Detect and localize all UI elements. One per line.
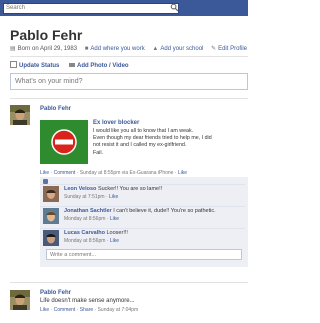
comment-body: Sucker!! You are so lame!! xyxy=(97,186,163,192)
header-divider xyxy=(10,56,248,57)
status-input[interactable]: What's on your mind? xyxy=(10,73,248,90)
comment-link[interactable]: Comment xyxy=(54,307,76,313)
top-bar: Search xyxy=(0,0,248,16)
avatar[interactable] xyxy=(43,230,59,246)
comment: Jonathan Sachtler I can't believe it, du… xyxy=(43,207,248,228)
status-icon xyxy=(10,61,17,68)
add-work-link[interactable]: Add where you work xyxy=(90,46,144,52)
comment-time: Monday at 8:56pm xyxy=(64,238,106,244)
post-meta: Like · Comment · Sunday at 8:55pm via Ex… xyxy=(40,170,188,176)
comment-like-link[interactable]: Like xyxy=(109,194,118,200)
comment-like-link[interactable]: Like xyxy=(110,238,119,244)
comment-time: Sunday at 7:51pm xyxy=(64,194,105,200)
post-time: Sunday at 7:04pm xyxy=(97,307,139,313)
comment-meta: Sunday at 7:51pm · Like xyxy=(64,194,119,200)
share-link[interactable]: Share xyxy=(80,307,93,313)
add-photo-label: Add Photo / Video xyxy=(77,63,129,69)
note-title[interactable]: Ex lover blocker xyxy=(93,120,139,126)
avatar[interactable] xyxy=(10,105,30,125)
comment-author[interactable]: Lucas Carvalho xyxy=(64,230,105,236)
search-placeholder: Search xyxy=(6,5,26,11)
comment-body: I can't believe it, dude!! You're so pat… xyxy=(113,208,216,214)
no-entry-icon[interactable] xyxy=(40,120,88,164)
like-link[interactable]: Like xyxy=(40,307,49,313)
comments-box: Leon Veloso Sucker!! You are so lame!! S… xyxy=(40,177,248,267)
comment-like-link[interactable]: Like xyxy=(110,216,119,222)
avatar[interactable] xyxy=(43,208,59,224)
profile-name: Pablo Fehr xyxy=(10,27,83,43)
comment: Lucas Carvalho Looser!!! Monday at 8:56p… xyxy=(43,229,248,250)
composer-tabs: Update Status Add Photo / Video xyxy=(10,61,137,69)
post-text: Life doesn't make sense anymore... xyxy=(40,298,135,304)
like-link-secondary[interactable]: Like xyxy=(178,170,187,176)
camera-icon xyxy=(69,63,76,67)
note-line: I would like you all to know that I am w… xyxy=(93,128,194,134)
born-text: Born on April 29, 1983 xyxy=(17,46,78,52)
comment-placeholder: Write a comment... xyxy=(50,252,97,258)
profile-info-row: ▤ Born on April 29, 1983 ■ Add where you w… xyxy=(10,45,253,52)
composer-divider xyxy=(10,98,248,99)
pencil-icon: ✎ xyxy=(211,46,217,52)
comment-link[interactable]: Comment xyxy=(54,170,76,176)
comment: Leon Veloso Sucker!! You are so lame!! S… xyxy=(43,185,248,206)
update-status-label: Update Status xyxy=(19,63,60,69)
post-author[interactable]: Pablo Fehr xyxy=(40,290,71,296)
avatar[interactable] xyxy=(10,290,30,310)
avatar[interactable] xyxy=(43,186,59,202)
search-icon[interactable] xyxy=(170,3,179,12)
birthday-icon: ▤ xyxy=(10,46,16,52)
graduation-cap-icon: ▲ xyxy=(152,46,159,52)
post-divider xyxy=(10,282,248,283)
tab-update-status[interactable]: Update Status xyxy=(10,61,59,69)
comment-body: Looser!!! xyxy=(106,230,128,236)
note-line: not resist it and I called my ex-girlfri… xyxy=(93,142,187,149)
search-input[interactable]: Search xyxy=(3,3,179,14)
comment-input[interactable]: Write a comment... xyxy=(46,249,242,260)
comment-author[interactable]: Jonathan Sachtler xyxy=(64,208,112,214)
comment-text: Lucas Carvalho Looser!!! xyxy=(64,230,128,236)
comment-author[interactable]: Leon Veloso xyxy=(64,186,96,192)
post-author[interactable]: Pablo Fehr xyxy=(40,106,71,112)
like-link[interactable]: Like xyxy=(40,170,49,176)
note-line: Even though my dear friends tried to hel… xyxy=(93,135,212,142)
post-time: Sunday at 8:55pm via Ex-Guarana iPhone xyxy=(79,170,174,176)
comment-meta: Monday at 8:56pm · Like xyxy=(64,238,120,244)
comment-time: Monday at 8:56pm xyxy=(64,216,106,222)
comment-text: Jonathan Sachtler I can't believe it, du… xyxy=(64,208,216,214)
briefcase-icon: ■ xyxy=(84,46,89,52)
add-school-link[interactable]: Add your school xyxy=(160,46,203,52)
tab-add-photo[interactable]: Add Photo / Video xyxy=(69,63,129,69)
note-body: I would like you all to know that I am w… xyxy=(93,128,245,157)
edit-profile-link[interactable]: Edit Profile xyxy=(218,46,247,52)
comment-meta: Monday at 8:56pm · Like xyxy=(64,216,120,222)
comment-text: Leon Veloso Sucker!! You are so lame!! xyxy=(64,186,162,192)
post-meta: Like · Comment · Share · Sunday at 7:04p… xyxy=(40,307,139,313)
status-placeholder: What's on your mind? xyxy=(15,78,83,85)
note-line: Fail. xyxy=(93,149,104,156)
